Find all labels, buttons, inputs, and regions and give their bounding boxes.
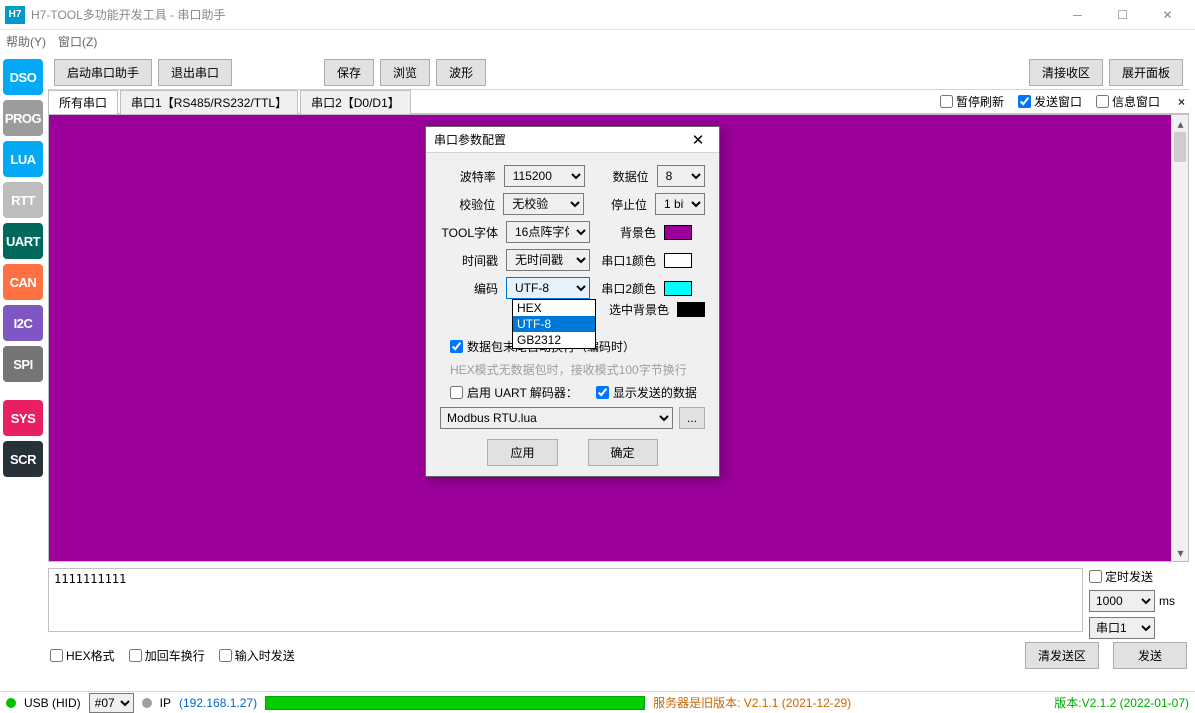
interval-select[interactable]: 1000	[1089, 590, 1155, 612]
ip-label: IP	[160, 696, 171, 710]
parity-select[interactable]: 无校验	[503, 193, 584, 215]
parity-label: 校验位	[440, 196, 495, 213]
timestamp-label: 时间戳	[440, 252, 498, 269]
selbg-label: 选中背景色	[609, 301, 669, 318]
clear-recv-button[interactable]: 清接收区	[1029, 59, 1103, 86]
baud-select[interactable]: 115200	[504, 165, 585, 187]
sidetab-lua[interactable]: LUA	[3, 141, 43, 177]
side-tabs: DSO PROG LUA RTT UART CAN I2C SPI SYS SC…	[0, 56, 48, 482]
hex-format-check[interactable]: HEX格式	[50, 647, 115, 664]
close-tabrow-icon[interactable]: ×	[1178, 95, 1185, 109]
clear-send-button[interactable]: 清发送区	[1025, 642, 1099, 669]
bgcolor-label: 背景色	[598, 224, 656, 241]
encoding-label: 编码	[440, 280, 498, 297]
menu-window[interactable]: 窗口(Z)	[58, 33, 97, 50]
serial-tabs: 所有串口 串口1【RS485/RS232/TTL】 串口2【D0/D1】 暂停刷…	[48, 90, 1189, 114]
s1color-swatch[interactable]	[664, 253, 692, 268]
ok-button[interactable]: 确定	[588, 439, 658, 466]
send-on-enter-check[interactable]: 输入时发送	[219, 647, 295, 664]
tab-all-ports[interactable]: 所有串口	[48, 90, 118, 114]
close-button[interactable]: ✕	[1145, 0, 1190, 30]
sidetab-scr[interactable]: SCR	[3, 441, 43, 477]
encoding-select[interactable]: UTF-8	[506, 277, 590, 299]
app-icon: H7	[5, 6, 25, 24]
usb-label: USB (HID)	[24, 696, 81, 710]
serial-config-dialog: 串口参数配置 ✕ 波特率 115200 数据位 8 校验位 无校验 停止位 1 …	[425, 126, 720, 477]
show-sent-check[interactable]: 显示发送的数据	[596, 384, 697, 401]
databits-select[interactable]: 8	[657, 165, 705, 187]
ip-status-icon	[142, 698, 152, 708]
s2color-swatch[interactable]	[664, 281, 692, 296]
encoding-opt-hex[interactable]: HEX	[513, 300, 595, 316]
font-label: TOOL字体	[440, 224, 498, 241]
encoding-opt-gb2312[interactable]: GB2312	[513, 332, 595, 348]
baud-label: 波特率	[440, 168, 496, 185]
send-button[interactable]: 发送	[1113, 642, 1187, 669]
addr-select[interactable]: #07	[89, 693, 134, 713]
save-button[interactable]: 保存	[324, 59, 374, 86]
bgcolor-swatch[interactable]	[664, 225, 692, 240]
databits-label: 数据位	[593, 168, 649, 185]
sidetab-spi[interactable]: SPI	[3, 346, 43, 382]
lua-script-select[interactable]: Modbus RTU.lua	[440, 407, 673, 429]
stopbits-select[interactable]: 1 bit	[655, 193, 705, 215]
sidetab-can[interactable]: CAN	[3, 264, 43, 300]
progress-bar	[265, 696, 645, 710]
encoding-dropdown[interactable]: HEX UTF-8 GB2312	[512, 299, 596, 349]
menubar: 帮助(Y) 窗口(Z)	[0, 30, 1195, 52]
sidetab-i2c[interactable]: I2C	[3, 305, 43, 341]
pause-refresh-check[interactable]: 暂停刷新	[940, 93, 1004, 110]
wave-button[interactable]: 波形	[436, 59, 486, 86]
usb-status-icon	[6, 698, 16, 708]
sidetab-prog[interactable]: PROG	[3, 100, 43, 136]
s2color-label: 串口2颜色	[598, 280, 656, 297]
timestamp-select[interactable]: 无时间戳	[506, 249, 590, 271]
client-version: 版本:V2.1.2 (2022-01-07)	[1054, 694, 1189, 711]
font-select[interactable]: 16点阵字体	[506, 221, 590, 243]
send-port-select[interactable]: 串口1	[1089, 617, 1155, 639]
hexwrap-note: HEX模式无数据包时，接收模式100字节换行	[450, 361, 687, 378]
tab-serial2[interactable]: 串口2【D0/D1】	[300, 90, 411, 114]
send-textarea[interactable]: 1111111111	[48, 568, 1083, 632]
lua-browse-button[interactable]: ...	[679, 407, 705, 429]
sidetab-uart[interactable]: UART	[3, 223, 43, 259]
uart-decoder-check[interactable]: 启用 UART 解码器：	[450, 384, 578, 401]
minimize-button[interactable]: ─	[1055, 0, 1100, 30]
s1color-label: 串口1颜色	[598, 252, 656, 269]
apply-button[interactable]: 应用	[487, 439, 557, 466]
crlf-check[interactable]: 加回车换行	[129, 647, 205, 664]
sidetab-rtt[interactable]: RTT	[3, 182, 43, 218]
start-serial-button[interactable]: 启动串口助手	[54, 59, 152, 86]
stopbits-label: 停止位	[592, 196, 647, 213]
tab-serial1[interactable]: 串口1【RS485/RS232/TTL】	[120, 90, 298, 114]
expand-panel-button[interactable]: 展开面板	[1109, 59, 1183, 86]
scroll-thumb[interactable]	[1174, 132, 1186, 162]
interval-unit: ms	[1159, 594, 1175, 608]
toolbar: 启动串口助手 退出串口 保存 浏览 波形 清接收区 展开面板	[48, 56, 1189, 90]
menu-help[interactable]: 帮助(Y)	[6, 33, 46, 50]
sidetab-dso[interactable]: DSO	[3, 59, 43, 95]
ip-value: (192.168.1.27)	[179, 696, 257, 710]
send-window-check[interactable]: 发送窗口	[1018, 93, 1082, 110]
sidetab-sys[interactable]: SYS	[3, 400, 43, 436]
dialog-title: 串口参数配置	[434, 131, 685, 148]
status-bar: USB (HID) #07 IP (192.168.1.27) 服务器是旧版本:…	[0, 691, 1195, 713]
encoding-opt-utf8[interactable]: UTF-8	[513, 316, 595, 332]
info-window-check[interactable]: 信息窗口	[1096, 93, 1160, 110]
window-title: H7-TOOL多功能开发工具 - 串口助手	[31, 6, 1055, 23]
timed-send-check[interactable]: 定时发送	[1089, 568, 1189, 585]
recv-scrollbar[interactable]: ▴ ▾	[1171, 115, 1188, 561]
dialog-close-icon[interactable]: ✕	[685, 127, 711, 153]
titlebar: H7 H7-TOOL多功能开发工具 - 串口助手 ─ ☐ ✕	[0, 0, 1195, 30]
selbg-swatch[interactable]	[677, 302, 705, 317]
maximize-button[interactable]: ☐	[1100, 0, 1145, 30]
scroll-down-icon[interactable]: ▾	[1172, 544, 1189, 561]
server-version: 服务器是旧版本: V2.1.1 (2021-12-29)	[653, 694, 851, 711]
scroll-up-icon[interactable]: ▴	[1172, 115, 1189, 132]
exit-serial-button[interactable]: 退出串口	[158, 59, 232, 86]
browse-button[interactable]: 浏览	[380, 59, 430, 86]
